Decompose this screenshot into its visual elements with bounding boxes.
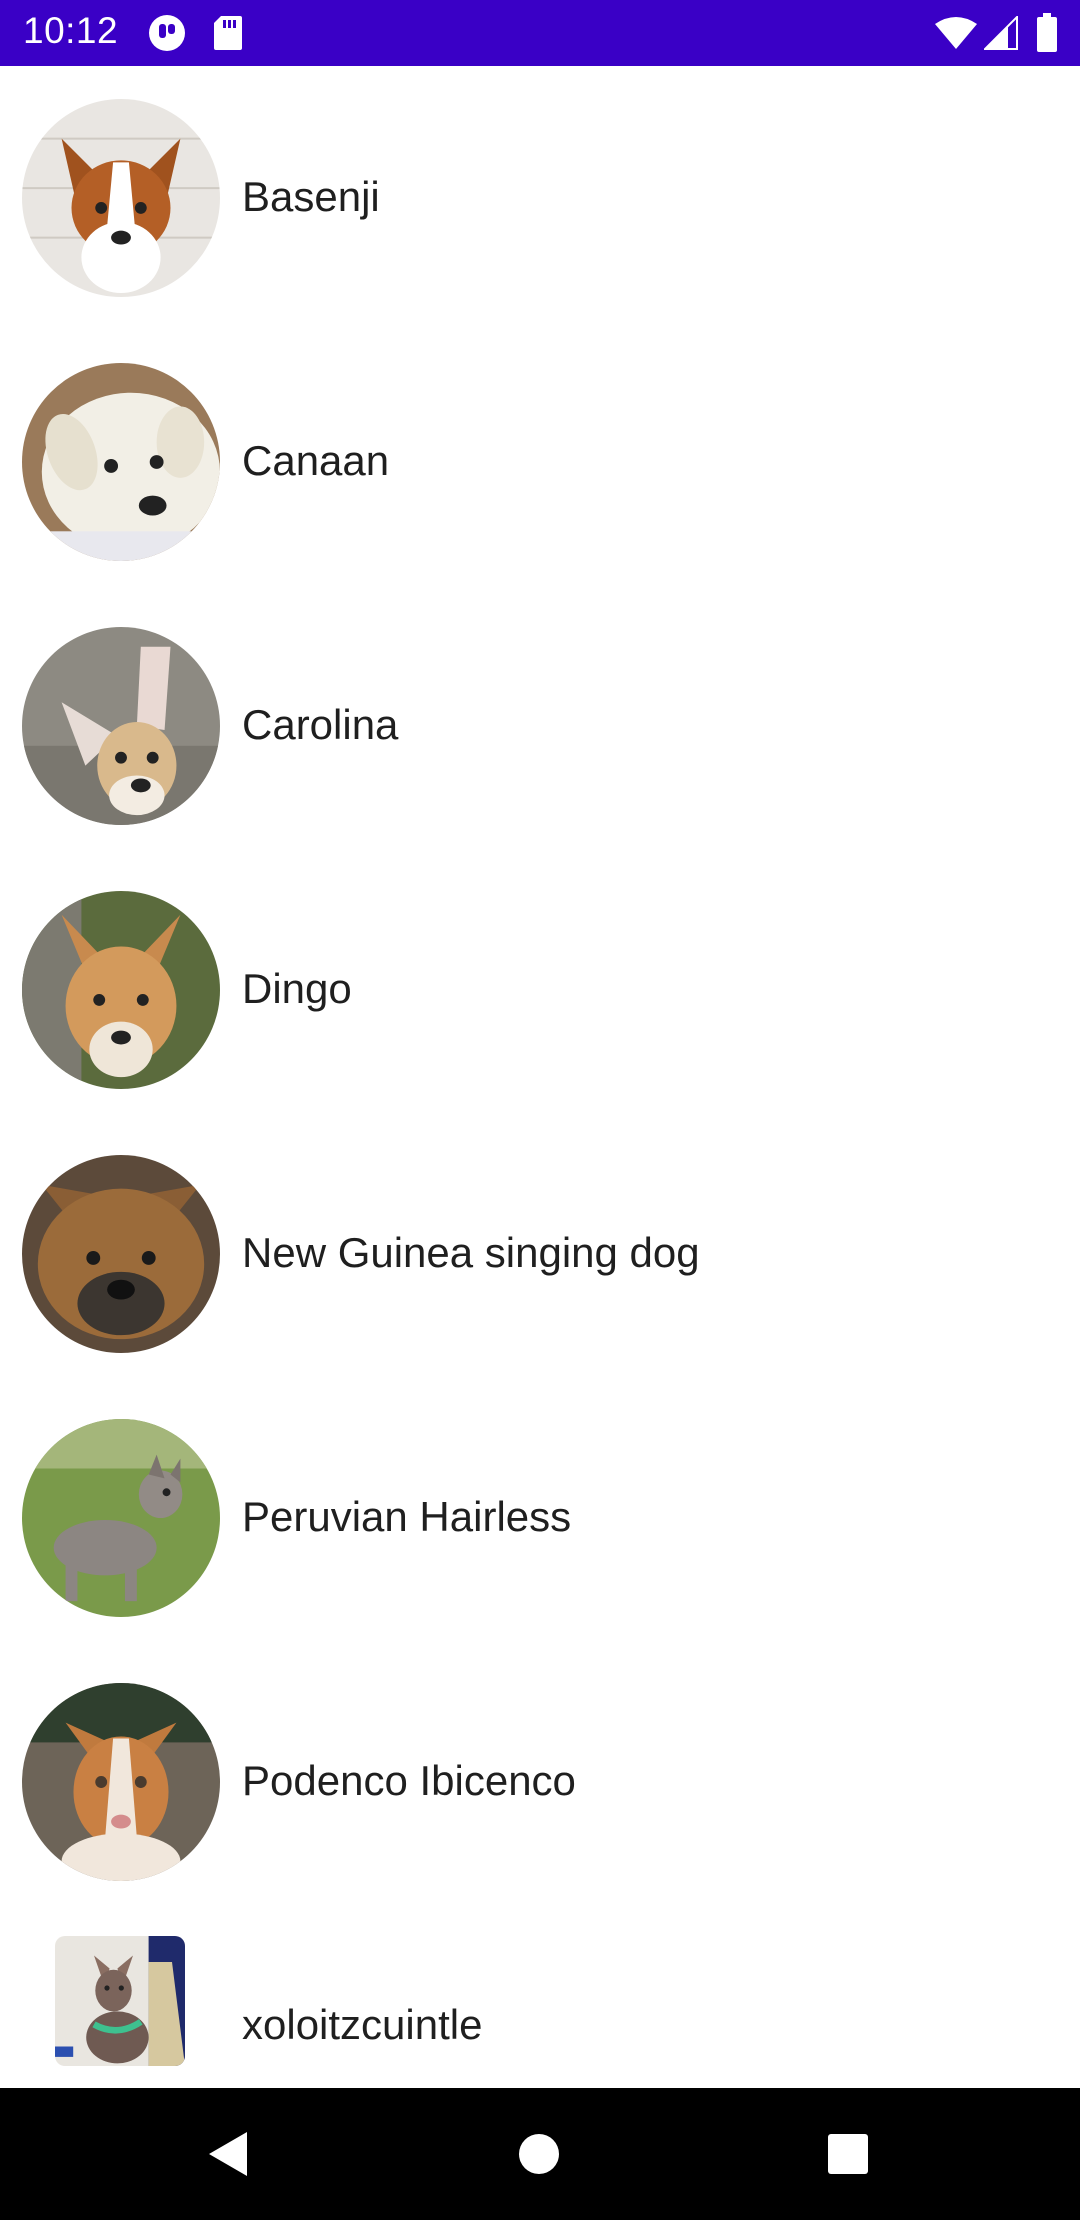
list-item[interactable]: Peruvian Hairless xyxy=(0,1386,1080,1650)
breed-name: Canaan xyxy=(242,437,390,484)
breed-avatar xyxy=(22,99,220,297)
canaan-photo xyxy=(22,363,220,561)
breed-avatar xyxy=(55,1936,185,2066)
list-item[interactable]: Canaan xyxy=(0,330,1080,594)
signal-icon xyxy=(984,16,1018,50)
xoloitzcuintle-photo xyxy=(55,1936,185,2066)
podenco-ibicenco-photo xyxy=(22,1683,220,1881)
basenji-photo xyxy=(22,99,220,297)
status-time: 10:12 xyxy=(23,10,119,51)
breed-list[interactable]: Basenji Canaan Carolina Dingo New Guinea… xyxy=(0,66,1080,2088)
breed-avatar xyxy=(22,1683,220,1881)
list-item[interactable]: Podenco Ibicenco xyxy=(0,1650,1080,1914)
list-item[interactable]: Carolina xyxy=(0,594,1080,858)
list-item[interactable]: Basenji xyxy=(0,66,1080,330)
breed-name: Dingo xyxy=(242,965,352,1012)
breed-avatar xyxy=(22,1419,220,1617)
peruvian-hairless-photo xyxy=(22,1419,220,1617)
list-item[interactable]: New Guinea singing dog xyxy=(0,1122,1080,1386)
carolina-photo xyxy=(22,627,220,825)
breed-name: Basenji xyxy=(242,173,380,220)
breed-name: New Guinea singing dog xyxy=(242,1229,700,1276)
list-item[interactable]: Dingo xyxy=(0,858,1080,1122)
breed-avatar xyxy=(22,891,220,1089)
home-icon[interactable] xyxy=(513,2128,565,2180)
new-guinea-singing-dog-photo xyxy=(22,1155,220,1353)
dingo-photo xyxy=(22,891,220,1089)
breed-avatar xyxy=(22,627,220,825)
list-item[interactable]: xoloitzcuintle xyxy=(0,1914,1080,2088)
battery-icon xyxy=(1037,13,1057,52)
wifi-icon xyxy=(935,17,977,49)
notification-app-icon xyxy=(149,15,185,51)
breed-name: Peruvian Hairless xyxy=(242,1493,572,1540)
breed-name: Carolina xyxy=(242,701,399,748)
recents-icon[interactable] xyxy=(822,2128,874,2180)
breed-name: Podenco Ibicenco xyxy=(242,1757,576,1804)
status-bar: 10:12 xyxy=(0,0,1080,66)
sd-card-icon xyxy=(214,16,242,50)
back-icon[interactable] xyxy=(203,2128,255,2180)
navigation-bar xyxy=(0,2088,1080,2220)
breed-avatar xyxy=(22,363,220,561)
breed-avatar xyxy=(22,1155,220,1353)
breed-name: xoloitzcuintle xyxy=(242,2001,483,2048)
